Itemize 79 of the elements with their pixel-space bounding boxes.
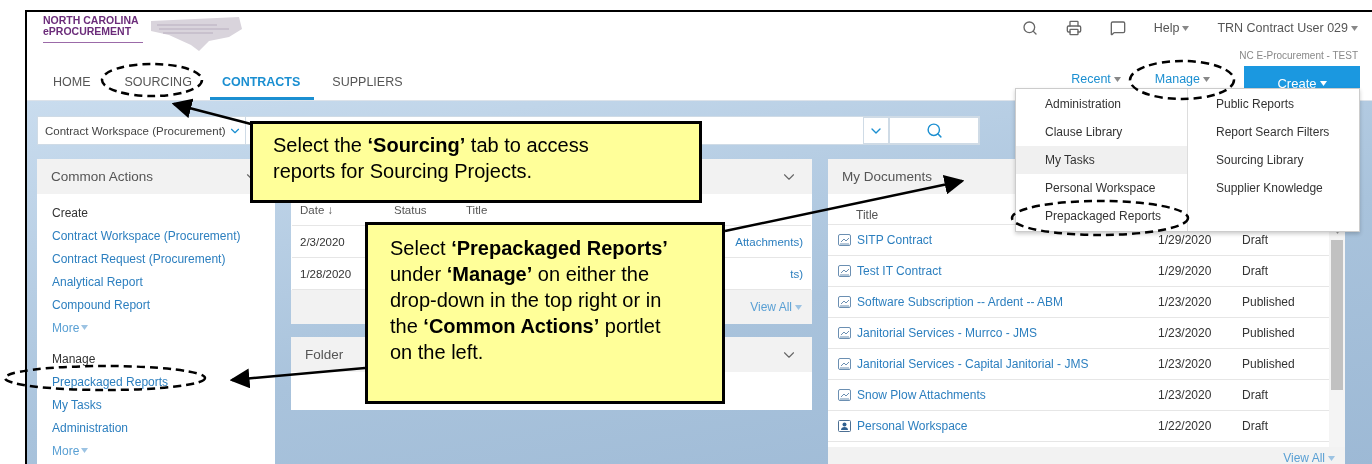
caret-icon — [81, 325, 89, 330]
date-cell-text: 1/23/2020 — [1158, 388, 1213, 402]
action-link[interactable]: My Tasks — [52, 393, 260, 416]
column-header: Date ↓ — [300, 203, 335, 216]
title-link[interactable]: Attachments) — [735, 235, 803, 248]
status-cell-text: Draft — [1242, 419, 1269, 433]
comment-icon[interactable] — [1109, 20, 1126, 36]
date-cell-text: 1/29/2020 — [1158, 264, 1213, 278]
menu-item[interactable]: Sourcing Library — [1188, 146, 1359, 174]
caret-icon — [1203, 76, 1210, 82]
status-cell-text: Draft — [1242, 388, 1269, 402]
status-cell-text: Published — [1242, 357, 1296, 371]
search-icon[interactable] — [1021, 20, 1038, 36]
caret-icon — [795, 304, 802, 310]
status-cell-text: Published — [1242, 326, 1296, 340]
document-link[interactable]: Test IT Contract — [838, 264, 1158, 278]
menu-item[interactable]: My Tasks — [1016, 146, 1187, 174]
help-menu[interactable]: Help — [1153, 21, 1190, 35]
document-icon — [838, 234, 851, 246]
environment-label: NC E-Procurement - TEST — [1239, 48, 1359, 63]
nav-tab[interactable]: HOME — [43, 66, 105, 100]
column-header: Title — [466, 203, 489, 216]
action-link[interactable]: Compound Report — [52, 293, 260, 316]
status-cell-text: Draft — [1242, 264, 1269, 278]
document-link[interactable]: Janitorial Services - Capital Janitorial - JMS — [838, 357, 1158, 371]
person-icon — [838, 420, 851, 432]
date-cell-text: 1/28/2020 — [300, 267, 353, 280]
document-icon — [838, 265, 851, 277]
date-cell-text: 1/23/2020 — [1158, 326, 1213, 340]
callout-text: Select the ‘Sourcing’ tab to access reports for Sourcing Projects. — [273, 134, 589, 182]
document-icon — [838, 327, 851, 339]
document-icon — [838, 296, 851, 308]
panel-title: Common Actions — [51, 169, 154, 184]
date-cell-text: 1/29/2020 — [1158, 233, 1213, 247]
column-header: Title — [856, 208, 879, 222]
view-all-link[interactable]: View All — [1283, 451, 1335, 464]
menu-item[interactable]: Clause Library — [1016, 118, 1187, 146]
caret-icon — [1182, 25, 1190, 31]
more-link[interactable]: More — [52, 316, 260, 339]
caret-icon — [1328, 455, 1335, 461]
caret-icon — [81, 448, 89, 453]
action-link[interactable]: Contract Request (Procurement) — [52, 247, 260, 270]
date-cell-text: 2/3/2020 — [300, 235, 346, 248]
logo-text: NORTH CAROLINA ePROCUREMENT — [43, 15, 143, 43]
action-link[interactable]: Analytical Report — [52, 270, 260, 293]
date-cell-text: 1/22/2020 — [1158, 419, 1213, 433]
document-link[interactable]: Software Subscription -- Ardent -- ABM — [838, 295, 1158, 309]
view-all-link[interactable]: View All — [750, 300, 802, 314]
date-cell-text: 1/23/2020 — [1158, 357, 1213, 371]
caret-icon — [1351, 25, 1358, 31]
action-link[interactable]: Administration — [52, 416, 260, 439]
panel-title: My Documents — [842, 169, 933, 184]
search-icon — [925, 122, 943, 139]
menu-item[interactable]: Personal Workspace — [1016, 174, 1187, 202]
status-cell-text: Draft — [1242, 233, 1269, 247]
action-link[interactable]: Prepackaged Reports — [52, 370, 260, 393]
callout-text: Select ‘Prepackaged Reports’ under ‘Manage’ on either the drop-down in the top right or in the ‘Common Actions’ portlet on the left. — [390, 237, 668, 363]
menu-item[interactable]: Report Search Filters — [1188, 118, 1359, 146]
action-link[interactable]: Contract Workspace (Procurement) — [52, 224, 260, 247]
column-header: Status — [394, 203, 428, 216]
printer-icon[interactable] — [1065, 20, 1082, 36]
caret-icon — [1319, 80, 1327, 86]
more-link[interactable]: More — [52, 439, 260, 462]
nav-tab[interactable]: SUPPLIERS — [320, 66, 417, 100]
document-link[interactable]: SITP Contract — [838, 233, 1158, 247]
user-menu[interactable]: TRN Contract User 029 — [1217, 21, 1358, 35]
section-heading: Create — [52, 204, 90, 222]
panel-title: Folder — [305, 347, 344, 362]
section-heading: Manage — [52, 350, 97, 368]
document-link[interactable]: Janitorial Services - Murrco - JMS — [838, 326, 1158, 340]
date-cell-text: 1/23/2020 — [1158, 295, 1213, 309]
status-cell-text: Published — [1242, 295, 1296, 309]
menu-item[interactable]: Supplier Knowledge — [1188, 174, 1359, 202]
document-icon — [838, 389, 851, 401]
title-link[interactable]: ts) — [790, 267, 803, 280]
document-link[interactable]: Snow Plow Attachments — [838, 388, 1158, 402]
document-link[interactable]: Personal Workspace — [838, 419, 1158, 433]
document-icon — [838, 358, 851, 370]
caret-icon — [1113, 76, 1121, 82]
